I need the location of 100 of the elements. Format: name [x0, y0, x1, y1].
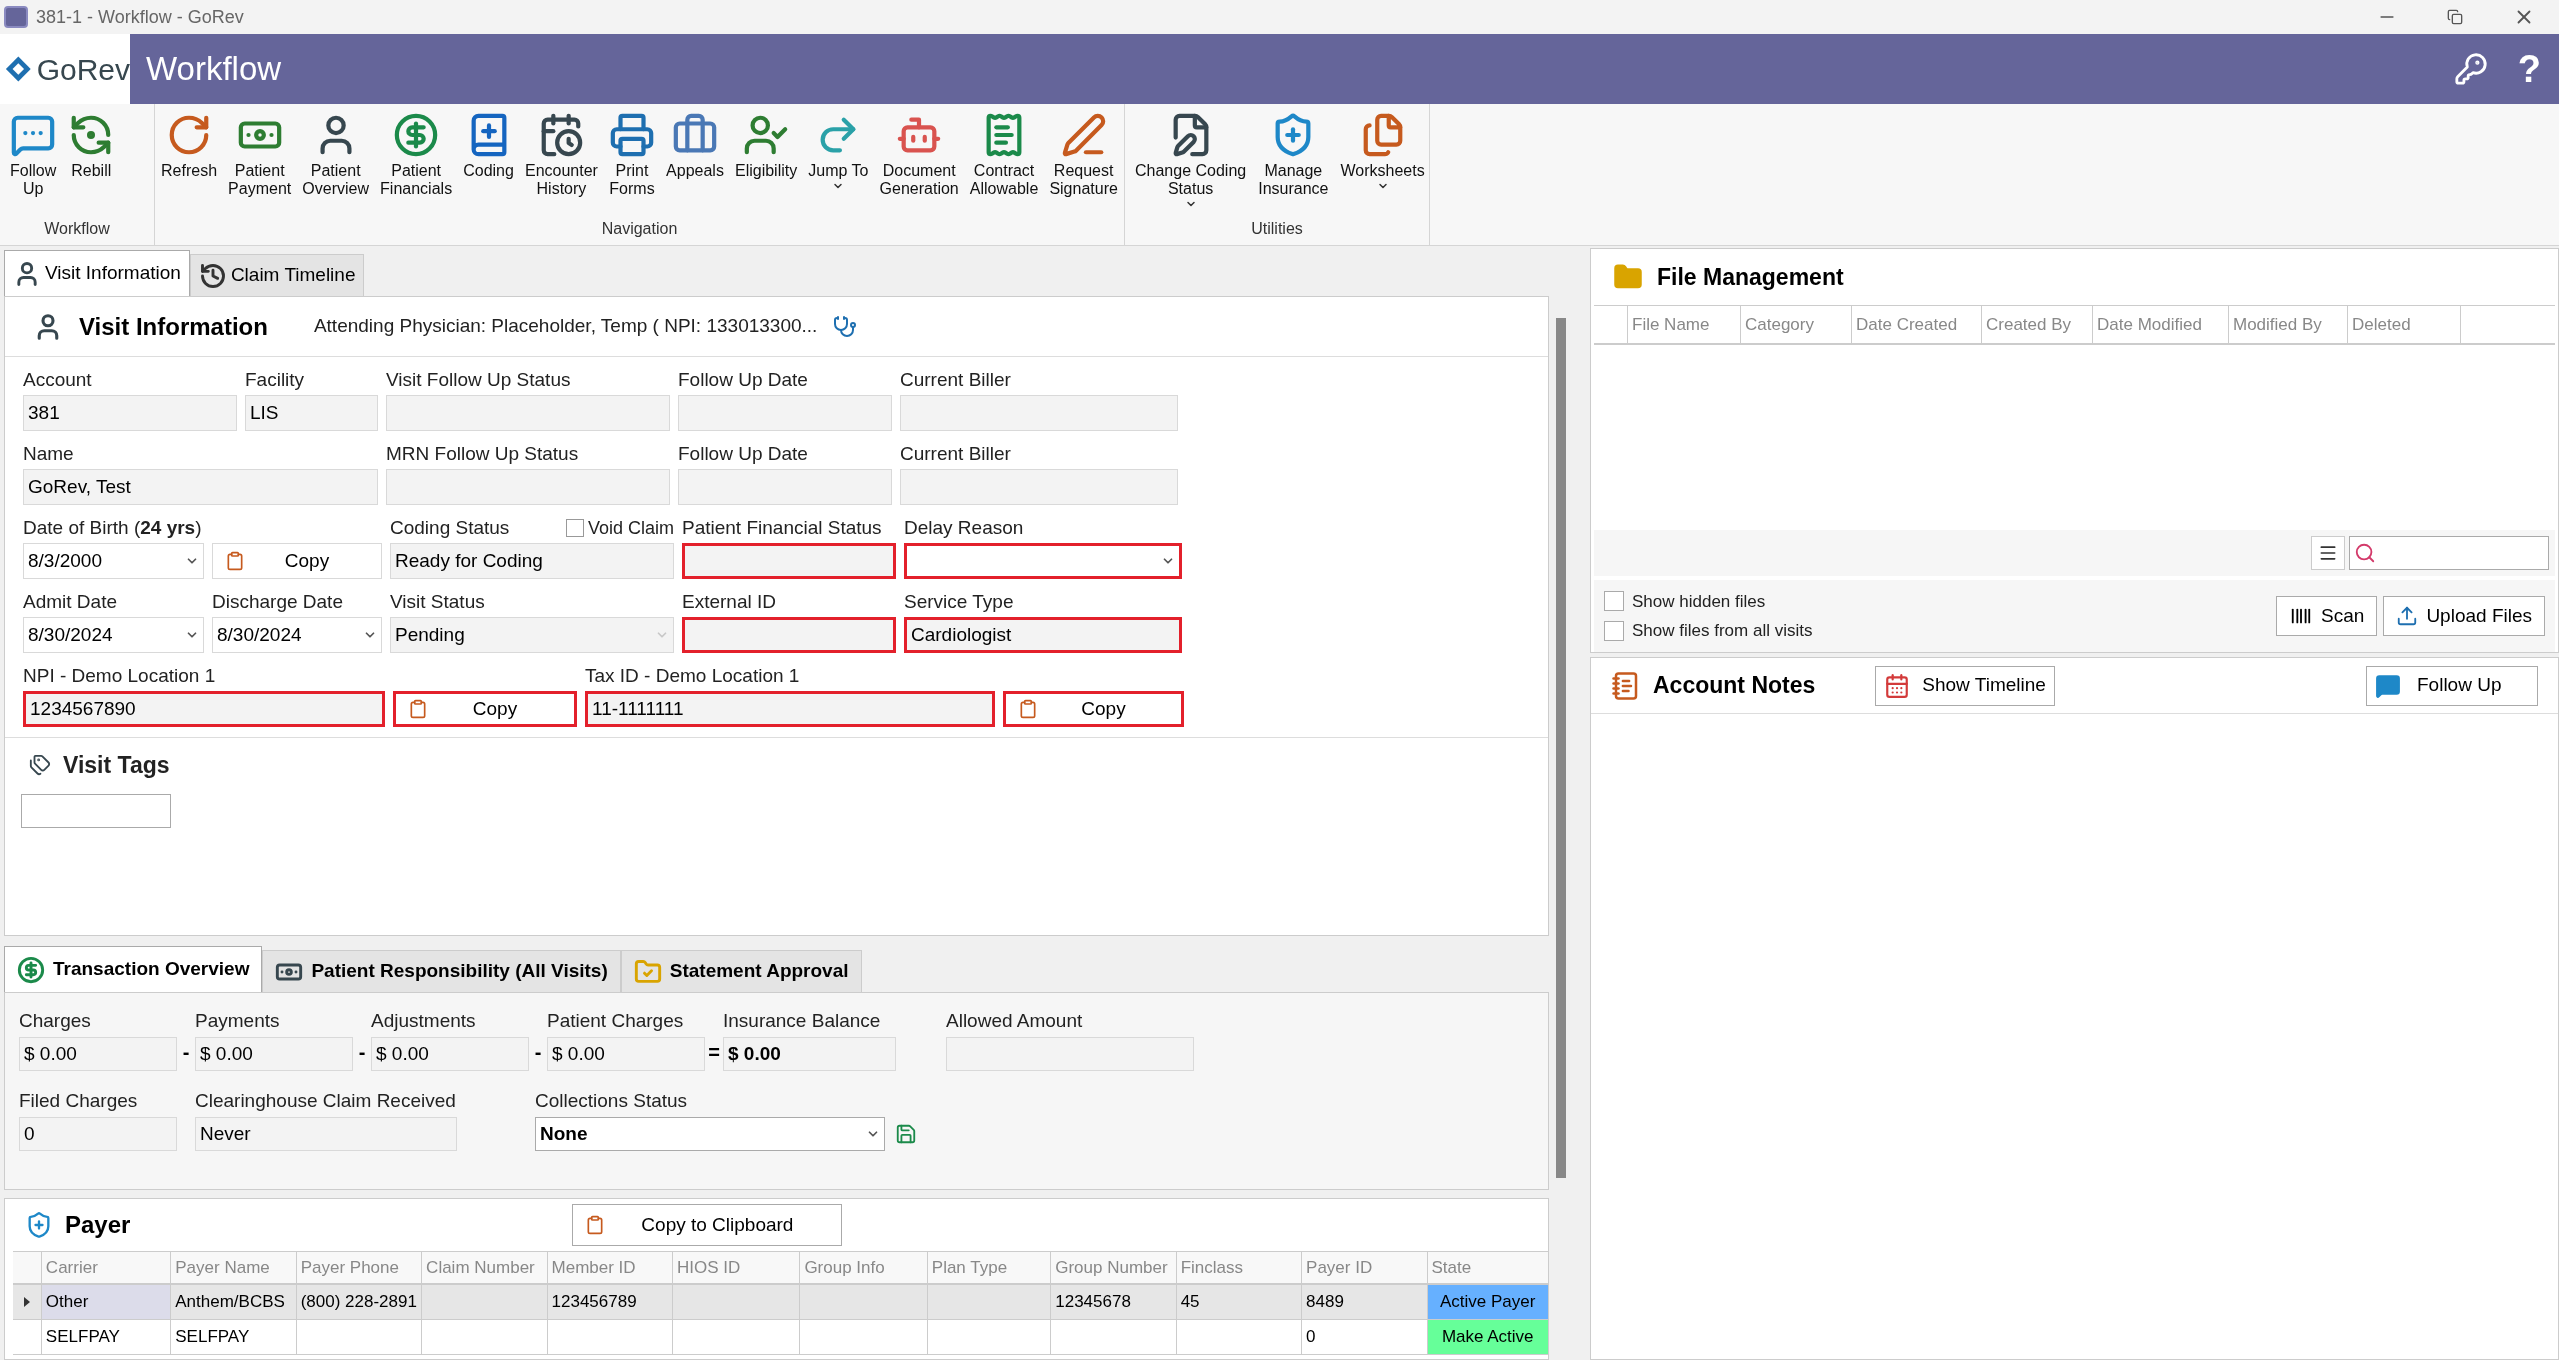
- table-cell: 45: [1175, 1285, 1302, 1319]
- section-title: File Management: [1657, 262, 1844, 292]
- copy-to-clipboard-button[interactable]: Copy to Clipboard: [572, 1204, 843, 1246]
- text-field[interactable]: LIS: [245, 395, 378, 431]
- ribbon-button[interactable]: Manage Insurance: [1256, 112, 1331, 198]
- ribbon-button[interactable]: Eligibility: [733, 112, 800, 180]
- field-label: Follow Up Date: [678, 367, 808, 392]
- column-header[interactable]: Modified By: [2228, 306, 2347, 343]
- key-icon[interactable]: [2453, 52, 2488, 86]
- ribbon-button[interactable]: Contract Allowable: [967, 112, 1041, 198]
- field-label: Tax ID - Demo Location 1: [585, 663, 800, 688]
- tag-icon: [29, 754, 51, 776]
- tab[interactable]: Transaction Overview: [4, 946, 263, 992]
- text-field[interactable]: 1234567890: [23, 691, 385, 727]
- field-label: Facility: [245, 367, 305, 392]
- scan-button[interactable]: Scan: [2276, 596, 2378, 636]
- table-row[interactable]: SELFPAY SELFPAY 0 Make Active: [13, 1320, 1548, 1355]
- save-icon[interactable]: [895, 1123, 917, 1145]
- field-label: Current Biller: [900, 441, 1011, 466]
- page-title: Workflow: [146, 49, 282, 90]
- tab[interactable]: Statement Approval: [620, 950, 862, 992]
- text-field[interactable]: 381: [23, 395, 237, 431]
- ribbon-icon: [393, 112, 440, 158]
- chat-icon: [2375, 672, 2401, 699]
- field-label: Charges: [19, 1009, 92, 1033]
- table-cell: 123456789: [546, 1285, 672, 1319]
- ribbon-button[interactable]: Worksheets: [1338, 112, 1427, 192]
- logo-mark-icon: [4, 54, 33, 84]
- column-header[interactable]: Deleted: [2347, 306, 2460, 343]
- attending-physician: Attending Physician: Placeholder, Temp ( NPI: 133013300...: [313, 314, 818, 339]
- text-field[interactable]: [682, 617, 896, 653]
- dropdown[interactable]: 8/3/2000: [23, 543, 204, 579]
- ribbon-button[interactable]: Encounter History: [523, 112, 600, 198]
- column-header[interactable]: Date Created: [1851, 306, 1981, 343]
- section-title: Account Notes: [1653, 671, 1816, 701]
- table-row[interactable]: Other Anthem/BCBS (800) 228-2891 123456789 12345678 45 8489 Active Payer: [13, 1285, 1548, 1320]
- ribbon-button[interactable]: Coding: [461, 112, 516, 180]
- checkbox-label: Void Claim: [587, 516, 674, 540]
- column-header[interactable]: Date Modified: [2092, 306, 2228, 343]
- ribbon-button[interactable]: Patient Overview: [300, 112, 371, 198]
- follow-up-button[interactable]: Follow Up: [2366, 665, 2538, 706]
- show-timeline-button[interactable]: Show Timeline: [1875, 665, 2055, 706]
- search-field[interactable]: [2349, 536, 2549, 570]
- field-label: Follow Up Date: [678, 441, 808, 466]
- ribbon-button[interactable]: Patient Financials: [378, 112, 455, 198]
- tab[interactable]: Visit Information: [4, 250, 190, 296]
- ribbon-button[interactable]: Document Generation: [877, 112, 961, 198]
- dropdown[interactable]: 8/30/2024: [212, 617, 382, 653]
- app-icon: [4, 6, 28, 28]
- ribbon-button[interactable]: Request Signature: [1047, 112, 1120, 198]
- ribbon-button[interactable]: Jump To: [806, 112, 871, 192]
- ribbon-button[interactable]: Refresh: [159, 112, 220, 180]
- menu-button[interactable]: [2311, 536, 2345, 570]
- row-pointer-icon: [23, 1297, 30, 1307]
- group-label: Navigation: [600, 219, 679, 239]
- ribbon-button[interactable]: Follow Up: [8, 112, 59, 198]
- state-button[interactable]: Make Active: [1426, 1320, 1548, 1354]
- tab[interactable]: Patient Responsibility (All Visits): [262, 950, 621, 992]
- table-cell: 0: [1301, 1320, 1427, 1354]
- column-header[interactable]: File Name: [1627, 306, 1740, 343]
- field-label: Adjustments: [371, 1009, 477, 1033]
- copy-button[interactable]: Copy: [212, 543, 382, 579]
- ribbon-button[interactable]: Appeals: [664, 112, 726, 180]
- state-button[interactable]: Active Payer: [1426, 1285, 1548, 1319]
- amount-field: $ 0.00: [19, 1037, 177, 1071]
- text-field[interactable]: 11-1111111: [585, 691, 995, 727]
- clipboard-icon: [408, 698, 428, 720]
- text-field[interactable]: [682, 543, 896, 579]
- menu-icon: [2318, 543, 2338, 563]
- text-field[interactable]: GoRev, Test: [23, 469, 378, 505]
- ribbon-button[interactable]: Change Coding Status: [1133, 112, 1249, 210]
- field-label: Date of Birth (24 yrs): [23, 515, 202, 540]
- text-field[interactable]: Ready for Coding: [390, 543, 674, 579]
- operator: =: [707, 1040, 721, 1065]
- dropdown[interactable]: 8/30/2024: [23, 617, 204, 653]
- column-header[interactable]: Created By: [1981, 306, 2092, 343]
- checkbox[interactable]: [1604, 620, 1624, 641]
- text-field[interactable]: Cardiologist: [904, 617, 1182, 653]
- dropdown[interactable]: None: [535, 1117, 885, 1151]
- checkbox[interactable]: [565, 519, 584, 537]
- restore-icon[interactable]: [2447, 9, 2463, 25]
- copy-button[interactable]: Copy: [393, 691, 577, 727]
- dropdown[interactable]: [904, 543, 1182, 579]
- checkbox[interactable]: [1604, 591, 1624, 612]
- tags-field[interactable]: [21, 794, 171, 828]
- upload-button[interactable]: Upload Files: [2383, 596, 2545, 636]
- ribbon-button[interactable]: Patient Payment: [226, 112, 294, 198]
- history-icon: [198, 261, 227, 290]
- field-label: Account: [23, 367, 92, 392]
- tab[interactable]: Claim Timeline: [189, 254, 365, 296]
- help-button[interactable]: ?: [2517, 40, 2541, 98]
- field-label: Current Biller: [900, 367, 1011, 392]
- copy-button[interactable]: Copy: [1003, 691, 1184, 727]
- group-label: Utilities: [1250, 219, 1304, 239]
- column-header[interactable]: Category: [1740, 306, 1851, 343]
- ribbon-button[interactable]: Rebill: [66, 112, 117, 180]
- field-label: Insurance Balance: [723, 1009, 882, 1033]
- table-cell: Anthem/BCBS: [170, 1285, 296, 1319]
- ribbon-button[interactable]: Print Forms: [607, 112, 657, 198]
- field-label: Admit Date: [23, 589, 117, 614]
